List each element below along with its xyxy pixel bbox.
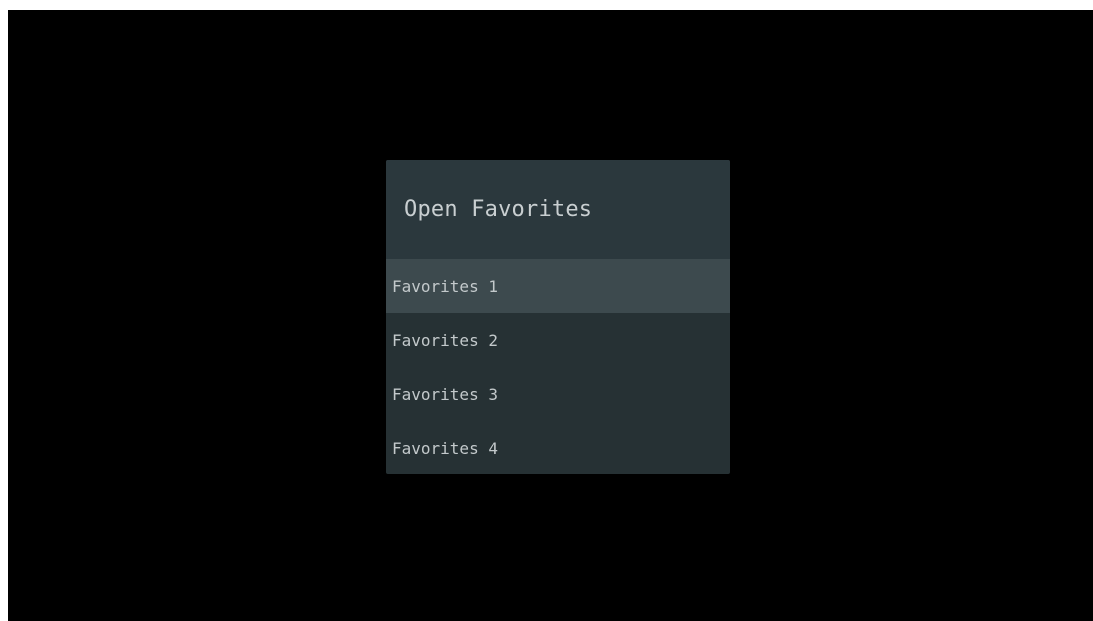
- list-item-favorites-2[interactable]: Favorites 2: [386, 313, 730, 367]
- dialog-header: Open Favorites: [386, 160, 730, 259]
- list-item-label: Favorites 4: [392, 439, 498, 458]
- open-favorites-dialog: Open Favorites Favorites 1 Favorites 2 F…: [386, 160, 730, 474]
- dialog-title: Open Favorites: [404, 197, 593, 222]
- list-item-label: Favorites 2: [392, 331, 498, 350]
- list-item-label: Favorites 1: [392, 277, 498, 296]
- favorites-list: Favorites 1 Favorites 2 Favorites 3 Favo…: [386, 259, 730, 474]
- list-item-label: Favorites 3: [392, 385, 498, 404]
- tv-screen: Open Favorites Favorites 1 Favorites 2 F…: [8, 10, 1093, 621]
- list-item-favorites-4[interactable]: Favorites 4: [386, 421, 730, 474]
- list-item-favorites-1[interactable]: Favorites 1: [386, 259, 730, 313]
- list-item-favorites-3[interactable]: Favorites 3: [386, 367, 730, 421]
